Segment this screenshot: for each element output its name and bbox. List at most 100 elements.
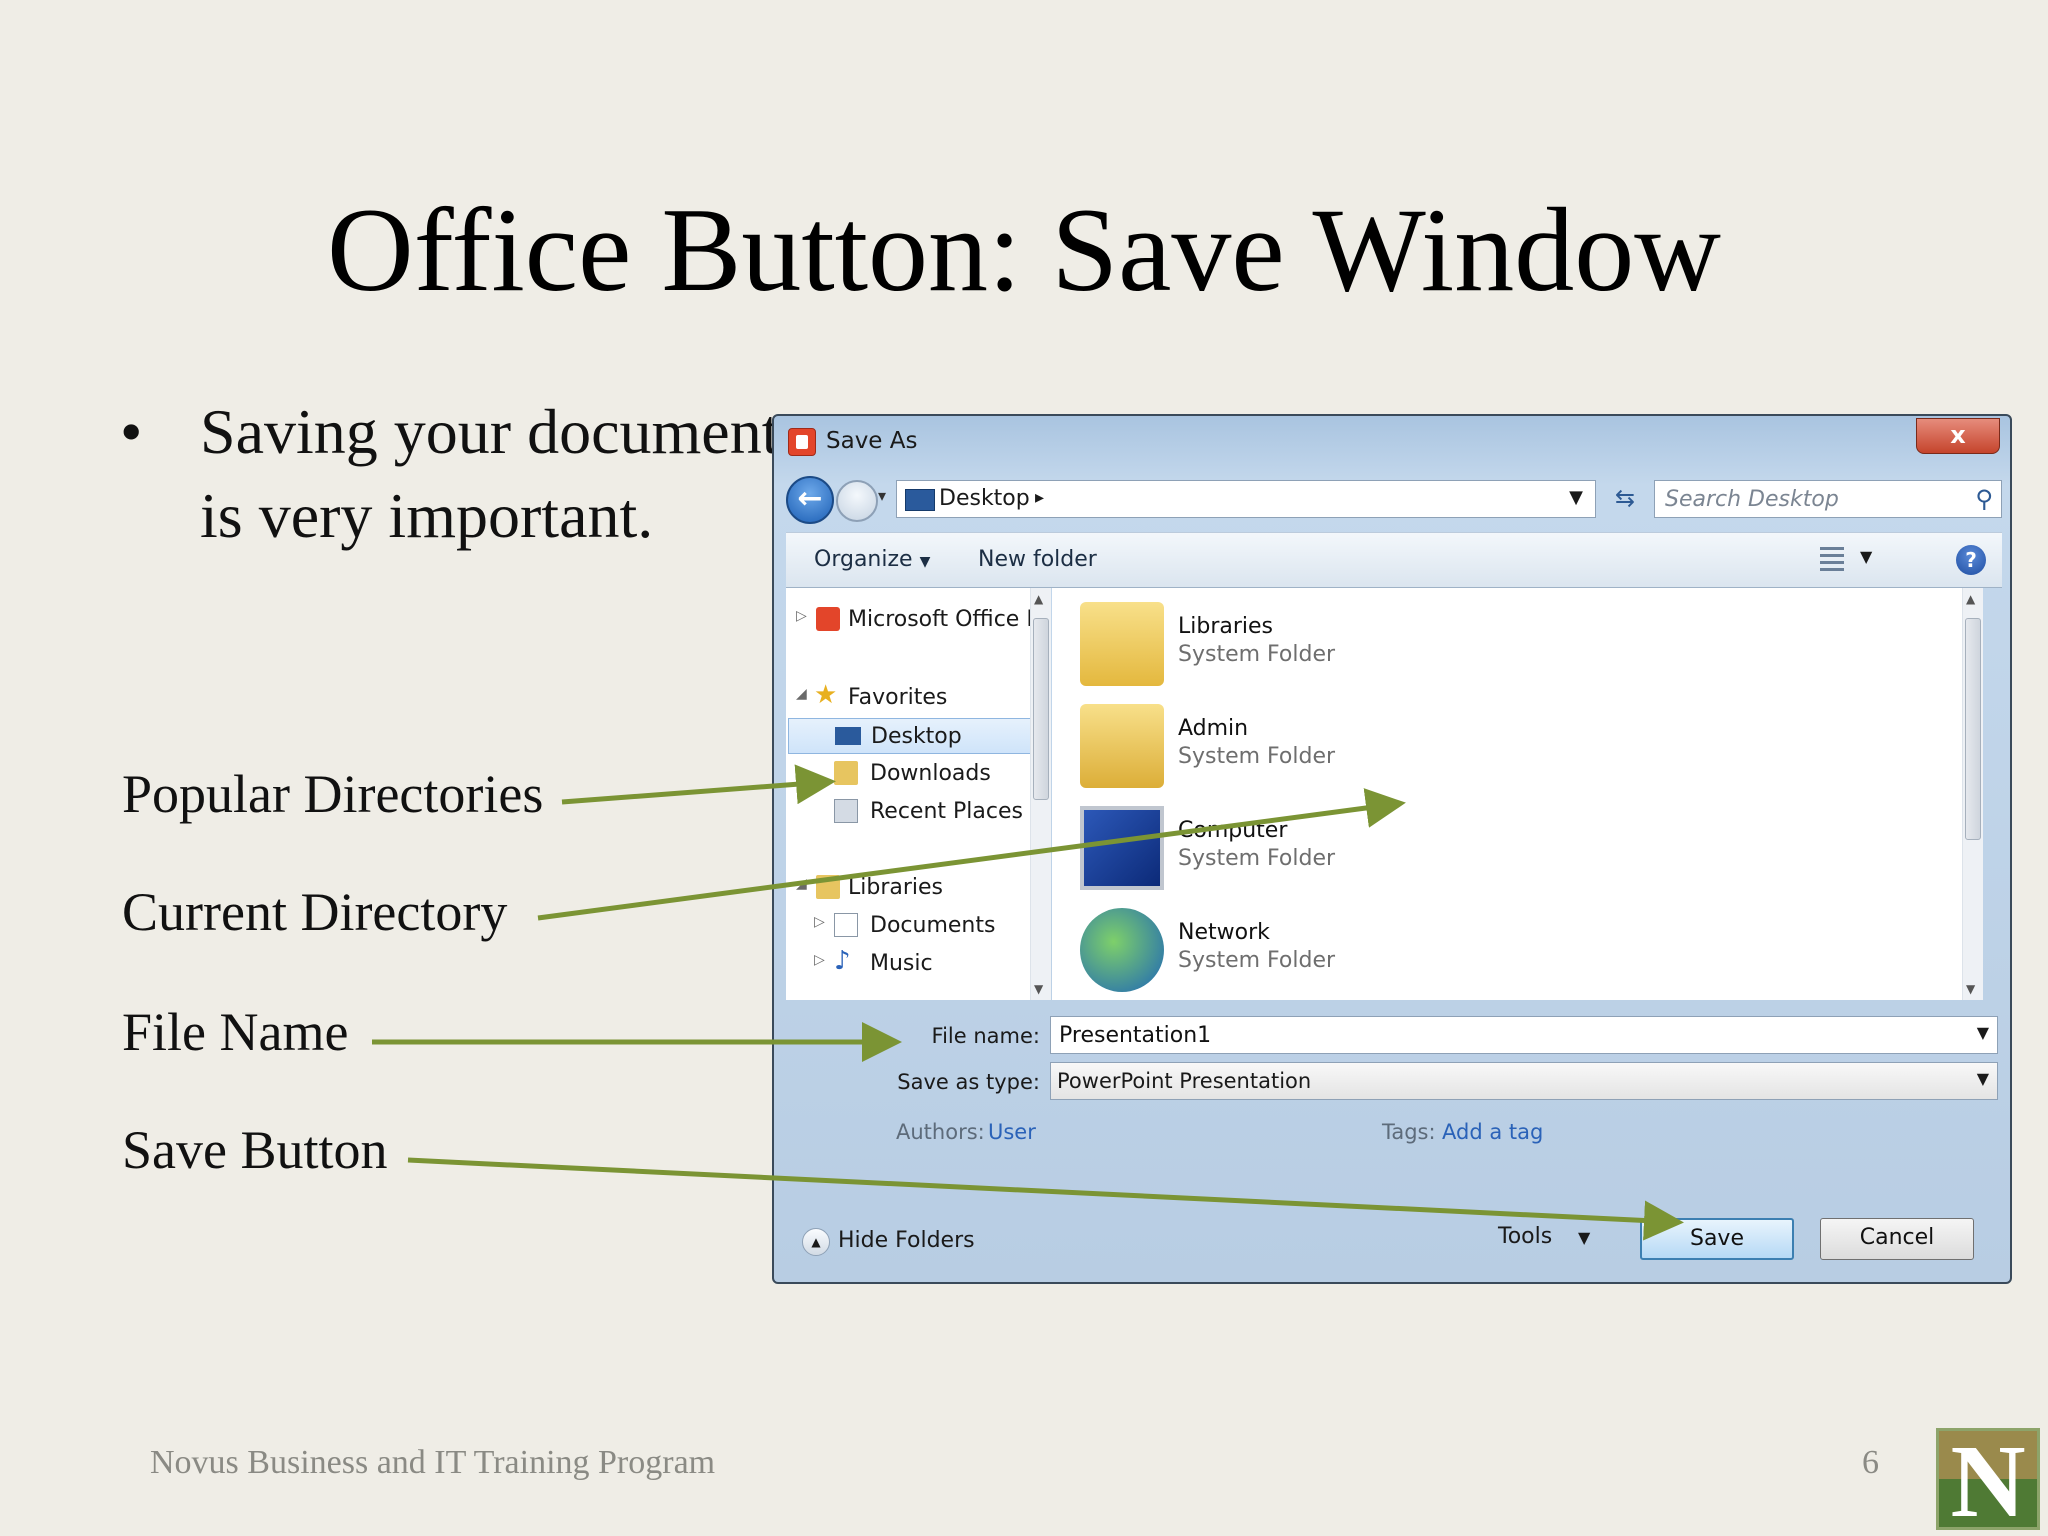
organize-button[interactable]: Organize ▼ [814, 547, 930, 572]
breadcrumb-location[interactable]: Desktop [939, 486, 1030, 511]
list-item-libraries[interactable]: Libraries System Folder [1080, 596, 1580, 692]
hide-folders-button[interactable]: ▲ Hide Folders [802, 1226, 982, 1260]
search-input[interactable] [1665, 485, 1955, 513]
collapse-arrow-icon[interactable]: ◢ [796, 686, 807, 702]
chevron-down-icon: ▼ [919, 554, 931, 570]
save-button[interactable]: Save [1640, 1218, 1794, 1260]
documents-icon [834, 913, 858, 937]
chevron-down-icon[interactable]: ▼ [1977, 1023, 1989, 1042]
nav-item-favorites[interactable]: ◢ ★ Favorites [786, 680, 1036, 716]
user-folder-icon [1080, 704, 1164, 788]
item-type: System Folder [1178, 642, 1336, 667]
scroll-up-icon[interactable]: ▲ [1966, 592, 1975, 606]
nav-item-label: Music [870, 951, 933, 976]
scroll-down-icon[interactable]: ▼ [1034, 982, 1043, 996]
list-item-computer[interactable]: Computer System Folder [1080, 800, 1580, 896]
novus-logo: N [1936, 1428, 2040, 1530]
callout-save-button: Save Button [122, 1120, 388, 1180]
bullet-text: Saving your document is very important. [200, 396, 780, 551]
save-options-panel: File name: ▼ Save as type: PowerPoint Pr… [786, 1002, 2002, 1278]
item-type: System Folder [1178, 846, 1336, 871]
item-name: Libraries [1178, 614, 1274, 639]
forward-arrow-icon[interactable] [836, 480, 878, 522]
nav-item-libraries[interactable]: ◢ Libraries [786, 870, 1036, 906]
page-number: 6 [1862, 1444, 1879, 1481]
help-icon[interactable]: ? [1956, 545, 1986, 575]
file-name-input[interactable] [1059, 1021, 1911, 1049]
nav-item-music[interactable]: ▷ ♪ Music [786, 946, 1036, 982]
hide-folders-label: Hide Folders [838, 1228, 975, 1253]
nav-item-label: Libraries [848, 875, 944, 900]
desktop-icon [905, 489, 935, 511]
scroll-down-icon[interactable]: ▼ [1966, 982, 1975, 996]
expand-arrow-icon[interactable]: ▷ [814, 952, 825, 968]
desktop-icon [835, 727, 861, 745]
chevron-down-icon: ▼ [1860, 547, 1873, 566]
save-as-type-value: PowerPoint Presentation [1057, 1069, 1312, 1093]
address-bar: ← ▾ Desktop ▸ ▼ ⇆ ⚲ [786, 474, 2002, 524]
dialog-titlebar[interactable]: Save As x [774, 416, 2010, 470]
nav-item-documents[interactable]: ▷ Documents [786, 908, 1036, 944]
list-item-network[interactable]: Network System Folder [1080, 902, 1580, 998]
chevron-right-icon[interactable]: ▸ [1035, 487, 1044, 508]
collapse-arrow-icon[interactable]: ◢ [796, 876, 807, 892]
nav-item-label: Microsoft Office PowerPoint [848, 607, 1034, 632]
new-folder-button[interactable]: New folder [978, 547, 1097, 572]
expand-arrow-icon[interactable]: ▷ [814, 914, 825, 930]
computer-icon [1080, 806, 1164, 890]
add-tag-link[interactable]: Add a tag [1442, 1120, 1543, 1144]
item-name: Network [1178, 920, 1270, 945]
callout-current-directory: Current Directory [122, 882, 508, 942]
chevron-down-icon[interactable]: ▼ [1569, 487, 1583, 508]
dialog-toolbar: Organize ▼ New folder ▼ ? [786, 532, 2002, 588]
back-arrow-icon[interactable]: ← [786, 476, 834, 524]
libraries-icon [816, 875, 840, 899]
bullet-dot-icon: • [120, 396, 143, 467]
network-icon [1080, 908, 1164, 992]
nav-item-label: Favorites [848, 685, 948, 710]
organize-label: Organize [814, 547, 913, 572]
view-options-icon [1820, 547, 1844, 571]
cancel-button[interactable]: Cancel [1820, 1218, 1974, 1260]
nav-item-label: Downloads [870, 761, 991, 786]
tools-button[interactable]: Tools ▼ [1498, 1220, 1608, 1258]
nav-item-label: Documents [870, 913, 996, 938]
change-view-button[interactable]: ▼ [1820, 545, 1884, 575]
nav-item-downloads[interactable]: Downloads [786, 756, 1036, 792]
downloads-folder-icon [834, 761, 858, 785]
chevron-down-icon[interactable]: ▼ [1977, 1069, 1989, 1088]
dialog-title: Save As [826, 428, 918, 454]
scroll-up-icon[interactable]: ▲ [1034, 592, 1043, 606]
expand-arrow-icon[interactable]: ▷ [796, 608, 807, 624]
search-box[interactable]: ⚲ [1654, 480, 2002, 518]
callout-popular-directories: Popular Directories [122, 764, 544, 824]
scrollbar-thumb[interactable] [1965, 618, 1981, 840]
nav-item-recent-places[interactable]: Recent Places [786, 794, 1036, 830]
authors-link[interactable]: User [988, 1120, 1036, 1144]
nav-item-office[interactable]: ▷ Microsoft Office PowerPoint [786, 602, 1036, 638]
item-type: System Folder [1178, 744, 1336, 769]
refresh-icon[interactable]: ⇆ [1606, 480, 1644, 518]
breadcrumb[interactable]: Desktop ▸ ▼ [896, 480, 1596, 518]
nav-pane-scrollbar[interactable]: ▲ ▼ [1030, 588, 1051, 1000]
scrollbar-thumb[interactable] [1033, 618, 1049, 800]
item-name: Computer [1178, 818, 1288, 843]
nav-item-label: Recent Places [870, 799, 1023, 824]
slide-footer: Novus Business and IT Training Program [150, 1444, 716, 1481]
history-dropdown-icon[interactable]: ▾ [878, 486, 886, 505]
nav-item-desktop[interactable]: Desktop [788, 718, 1040, 754]
file-list-scrollbar[interactable]: ▲ ▼ [1962, 588, 1983, 1000]
search-icon[interactable]: ⚲ [1975, 485, 1993, 513]
recent-places-icon [834, 799, 858, 823]
save-as-type-select[interactable]: PowerPoint Presentation ▼ [1050, 1062, 1998, 1100]
powerpoint-app-icon [788, 428, 816, 456]
chevron-down-icon: ▼ [1578, 1228, 1591, 1247]
music-icon: ♪ [834, 946, 851, 976]
tags-label: Tags: [1382, 1120, 1436, 1144]
star-icon: ★ [814, 680, 838, 710]
close-button[interactable]: x [1916, 418, 2000, 454]
item-name: Admin [1178, 716, 1249, 741]
slide-title: Office Button: Save Window [327, 183, 1721, 316]
file-name-field[interactable]: ▼ [1050, 1016, 1998, 1054]
list-item-admin[interactable]: Admin System Folder [1080, 698, 1580, 794]
